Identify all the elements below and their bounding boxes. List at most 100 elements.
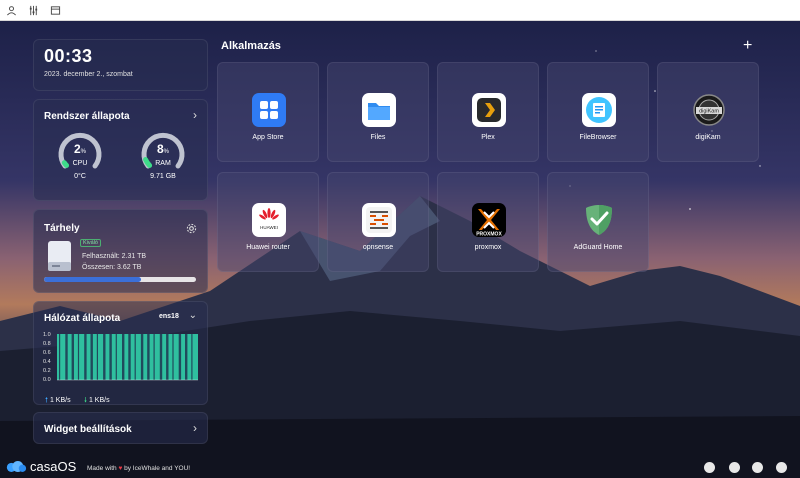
gear-icon[interactable] <box>186 221 197 234</box>
app-tile-adguard-home[interactable]: AdGuard Home <box>547 172 649 272</box>
network-chart-gap <box>59 334 61 380</box>
network-chart-gap <box>134 334 136 380</box>
made-with-text: Made with ♥ by IceWhale and YOU! <box>87 465 191 472</box>
app-tile-huawei-router[interactable]: HUAWEI Huawei router <box>217 172 319 272</box>
network-chart-gap <box>90 334 93 380</box>
cpu-value: 2% <box>73 142 87 156</box>
add-app-button[interactable]: + <box>743 38 752 54</box>
network-ytick-label: 0.4 <box>43 359 51 365</box>
upload-speed: 🠕 1 KB/s <box>45 397 71 404</box>
network-chart-gap <box>166 334 169 380</box>
network-chart: 1.0 0.8 0.6 0.4 0.2 0.0 <box>43 332 198 383</box>
network-chart-gap <box>185 334 188 380</box>
network-ytick-label: 0.8 <box>43 341 51 347</box>
network-chart-gap <box>172 334 174 380</box>
app-label: Plex <box>481 134 495 141</box>
app-tile-digikam[interactable]: digiKam digiKam <box>657 62 759 162</box>
network-interface-select[interactable]: ens18 <box>159 313 179 320</box>
proxmox-icon: PROXMOX <box>472 203 506 237</box>
discord-icon[interactable] <box>729 462 740 473</box>
svg-text:digiKam: digiKam <box>699 109 719 115</box>
apps-title: Alkalmazás <box>221 40 281 52</box>
download-speed: 🠗 1 KB/s <box>84 397 110 404</box>
storage-widget: Tárhely Kiváló Felhasznált: 2.31 TB Össz… <box>33 209 208 293</box>
app-label: opnsense <box>362 244 394 251</box>
widget-settings-button[interactable]: Widget beállítások › <box>33 412 208 444</box>
cpu-label: CPU <box>72 160 88 167</box>
user-icon[interactable] <box>5 4 17 16</box>
disk-icon <box>47 240 72 272</box>
adguard-icon <box>582 203 616 237</box>
clock-widget: 00:33 2023. december 2., szombat <box>33 39 208 91</box>
app-tile-files[interactable]: Files <box>327 62 429 162</box>
app-tile-app-store[interactable]: App Store <box>217 62 319 162</box>
storage-title: Tárhely <box>44 223 80 234</box>
app-label: AdGuard Home <box>573 244 623 251</box>
network-chart-gap <box>65 334 68 380</box>
chevron-right-icon[interactable]: › <box>193 421 197 435</box>
app-tile-plex[interactable]: Plex <box>437 62 539 162</box>
network-chart-gap <box>178 334 182 380</box>
github-icon[interactable] <box>752 462 763 473</box>
network-chart-gap <box>140 334 144 380</box>
network-chart-gap <box>84 334 87 380</box>
cpu-gauge: 2% CPU 0°C <box>55 129 105 180</box>
network-ytick-label: 0.2 <box>43 368 51 374</box>
ram-label: RAM <box>155 160 171 167</box>
svg-text:HUAWEI: HUAWEI <box>260 225 278 230</box>
chevron-right-icon[interactable]: › <box>193 108 197 122</box>
network-chart-gap <box>153 334 155 380</box>
ram-value: 8% <box>156 142 170 156</box>
network-chart-gap <box>159 334 163 380</box>
app-label: Huawei router <box>246 244 290 251</box>
network-chart-gap <box>96 334 98 380</box>
huawei-icon: HUAWEI <box>252 203 286 237</box>
digikam-icon: digiKam <box>692 93 726 127</box>
system-status-widget: Rendszer állapota › 2% CPU 0°C 8% RAM 9.… <box>33 99 208 201</box>
arrow-down-icon: 🠗 <box>84 397 88 404</box>
plex-icon <box>472 93 506 127</box>
window-icon[interactable] <box>49 4 61 16</box>
cpu-temperature: 0°C <box>74 173 86 180</box>
widget-settings-label: Widget beállítások <box>44 424 132 435</box>
app-label: FileBrowser <box>579 134 617 141</box>
browser-toolbar <box>0 0 800 21</box>
network-chart-gap <box>103 334 106 380</box>
storage-usage-bar <box>44 277 196 282</box>
reddit-icon[interactable] <box>776 462 787 473</box>
app-label: proxmox <box>474 244 502 251</box>
sliders-icon[interactable] <box>27 4 39 16</box>
filebrowser-icon <box>582 93 616 127</box>
heart-icon: ♥ <box>118 465 123 472</box>
app-tile-filebrowser[interactable]: FileBrowser <box>547 62 649 162</box>
app-label: Files <box>370 134 386 141</box>
arrow-up-icon: 🠕 <box>45 397 49 404</box>
storage-total: Összesen: 3.62 TB <box>82 264 142 271</box>
network-title: Hálózat állapota <box>44 313 121 324</box>
network-chart-gap <box>115 334 117 380</box>
network-chart-gap <box>191 334 193 380</box>
clock-time: 00:33 <box>44 46 93 66</box>
network-widget: Hálózat állapota ens18 ⌄ 1.0 0.8 0.6 0.4 0.2… <box>33 301 208 405</box>
svg-text:PROXMOX: PROXMOX <box>476 232 502 238</box>
storage-usage-fill <box>44 277 142 282</box>
network-chart-gap <box>122 334 125 380</box>
system-status-title: Rendszer állapota <box>44 111 130 122</box>
logo-text: casaOS <box>30 459 77 474</box>
app-tile-opnsense[interactable]: opnsense <box>327 172 429 272</box>
app-label: App Store <box>252 134 284 141</box>
network-chart-gap <box>147 334 150 380</box>
network-chart-gap <box>109 334 112 380</box>
chevron-down-icon[interactable]: ⌄ <box>189 310 197 321</box>
network-chart-gap <box>128 334 131 380</box>
message-icon[interactable] <box>704 462 715 473</box>
status-badge: Kiváló <box>80 239 101 247</box>
appstore-icon <box>252 93 286 127</box>
network-ytick-label: 0.6 <box>43 350 51 356</box>
files-icon <box>362 93 396 127</box>
app-label: digiKam <box>695 134 721 141</box>
app-tile-proxmox[interactable]: PROXMOX proxmox <box>437 172 539 272</box>
network-ytick-label: 1.0 <box>43 332 51 338</box>
casaos-logo: casaOS <box>5 459 76 474</box>
ram-size: 9.71 GB <box>150 173 176 180</box>
